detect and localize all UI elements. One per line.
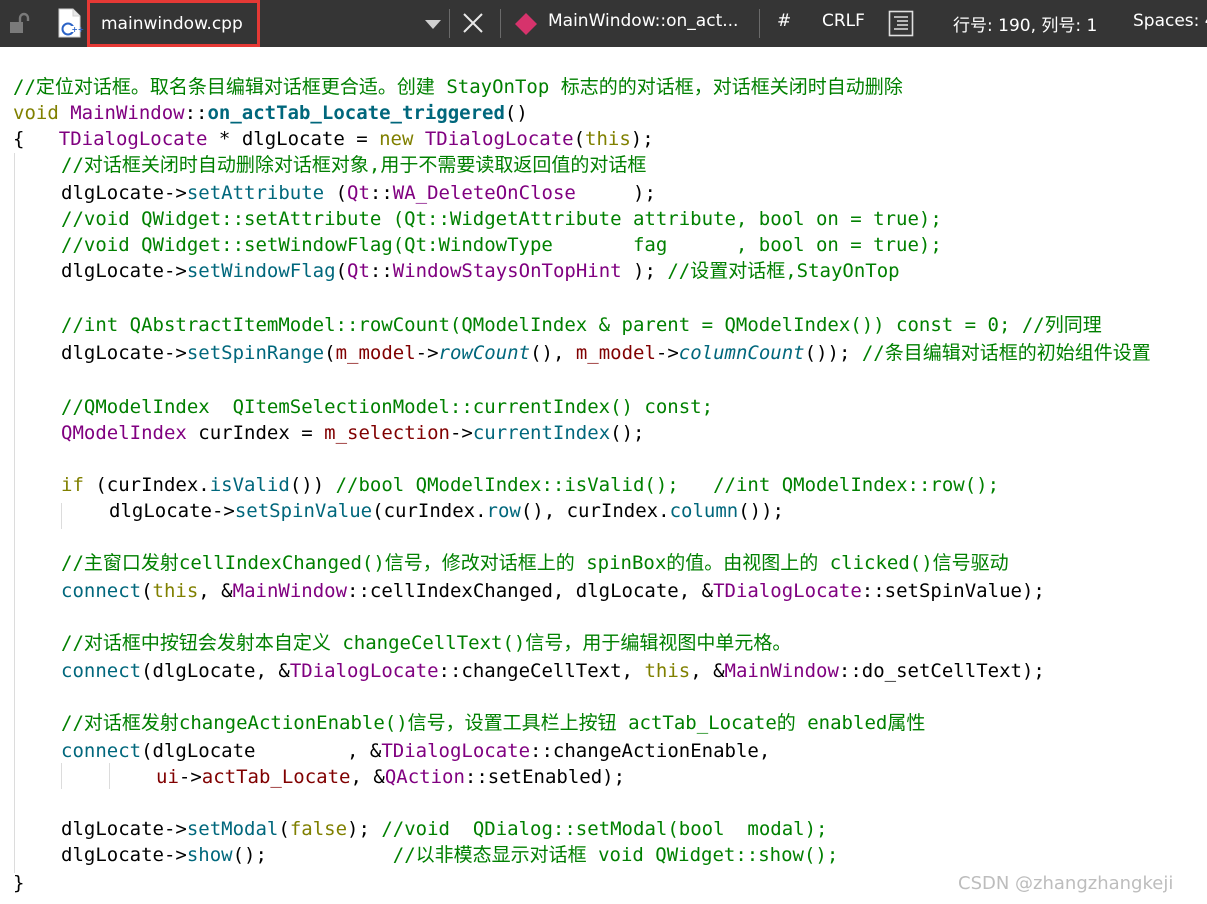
code-line: //对话框中按钮会发射本自定义 changeCellText()信号，用于编辑视… [61, 632, 792, 654]
toolbar-divider [449, 9, 450, 38]
code-line: //void QWidget::setAttribute (Qt::Widget… [61, 208, 942, 230]
indent-guide [14, 153, 15, 873]
code-line: dlgLocate->setSpinValue(curIndex.row(), … [109, 500, 784, 522]
code-line: if (curIndex.isValid()) //bool QModelInd… [61, 474, 1000, 496]
toolbar-divider [759, 9, 760, 38]
code-line: //void QWidget::setWindowFlag(Qt:WindowT… [61, 234, 942, 256]
svg-text:++: ++ [72, 25, 85, 34]
close-icon[interactable] [461, 11, 485, 35]
cpp-file-icon: ++ [58, 8, 85, 38]
code-line: //对话框关闭时自动删除对话框对象,用于不需要读取返回值的对话框 [61, 154, 647, 176]
code-line: //QModelIndex QItemSelectionModel::curre… [61, 396, 714, 418]
symbol-selector[interactable]: MainWindow::on_act... [548, 11, 748, 31]
code-line: //对话框发射changeActionEnable()信号，设置工具栏上按钮 a… [61, 712, 926, 734]
code-line: connect(dlgLocate , &TDialogLocate::chan… [61, 740, 771, 762]
code-line: dlgLocate->setWindowFlag(Qt::WindowStays… [61, 260, 900, 282]
code-line: QModelIndex curIndex = m_selection->curr… [61, 422, 645, 444]
code-line: dlgLocate->setAttribute (Qt::WA_DeleteOn… [61, 182, 656, 204]
lock-icon[interactable] [8, 11, 32, 35]
code-line: dlgLocate->setSpinRange(m_model->rowCoun… [61, 342, 1151, 364]
line-ending-button[interactable]: CRLF [822, 11, 865, 31]
indent-setting[interactable]: Spaces: 4 [1133, 11, 1207, 31]
code-line: void MainWindow::on_actTab_Locate_trigge… [13, 102, 528, 124]
indent-guide [61, 503, 62, 529]
cursor-position[interactable]: 行号: 190, 列号: 1 [953, 11, 1097, 36]
code-line: dlgLocate->setModal(false); //void QDial… [61, 818, 828, 840]
indent-guide [109, 763, 110, 789]
code-line: } [13, 872, 25, 894]
code-line: { TDialogLocate * dlgLocate = new TDialo… [13, 128, 654, 150]
hash-button[interactable]: # [777, 11, 791, 31]
symbol-diamond-icon [515, 13, 537, 35]
code-line: //主窗口发射cellIndexChanged()信号，修改对话框上的 spin… [61, 552, 1009, 574]
toolbar-divider [500, 9, 501, 38]
editor-toolbar: ++ mainwindow.cpp MainWindow::on_act... … [0, 0, 1207, 47]
code-line: connect(this, &MainWindow::cellIndexChan… [61, 580, 1045, 602]
code-editor[interactable]: //定位对话框。取名条目编辑对话框更合适。创建 StayOnTop 标志的的对话… [0, 47, 1207, 904]
code-line: dlgLocate->show(); //以非模态显示对话框 void QWid… [61, 844, 839, 866]
chevron-down-icon[interactable] [424, 18, 442, 30]
code-line: connect(dlgLocate, &TDialogLocate::chang… [61, 660, 1045, 682]
code-line: ui->actTab_Locate, &QAction::setEnabled)… [156, 766, 626, 788]
watermark: CSDN @zhangzhangkeji [958, 873, 1174, 894]
code-line: //定位对话框。取名条目编辑对话框更合适。创建 StayOnTop 标志的的对话… [13, 76, 903, 98]
code-line: //int QAbstractItemModel::rowCount(QMode… [61, 314, 1102, 336]
file-tab[interactable]: mainwindow.cpp [87, 0, 260, 47]
indent-guide [61, 763, 62, 789]
format-icon[interactable] [888, 10, 914, 37]
file-name: mainwindow.cpp [101, 14, 243, 34]
